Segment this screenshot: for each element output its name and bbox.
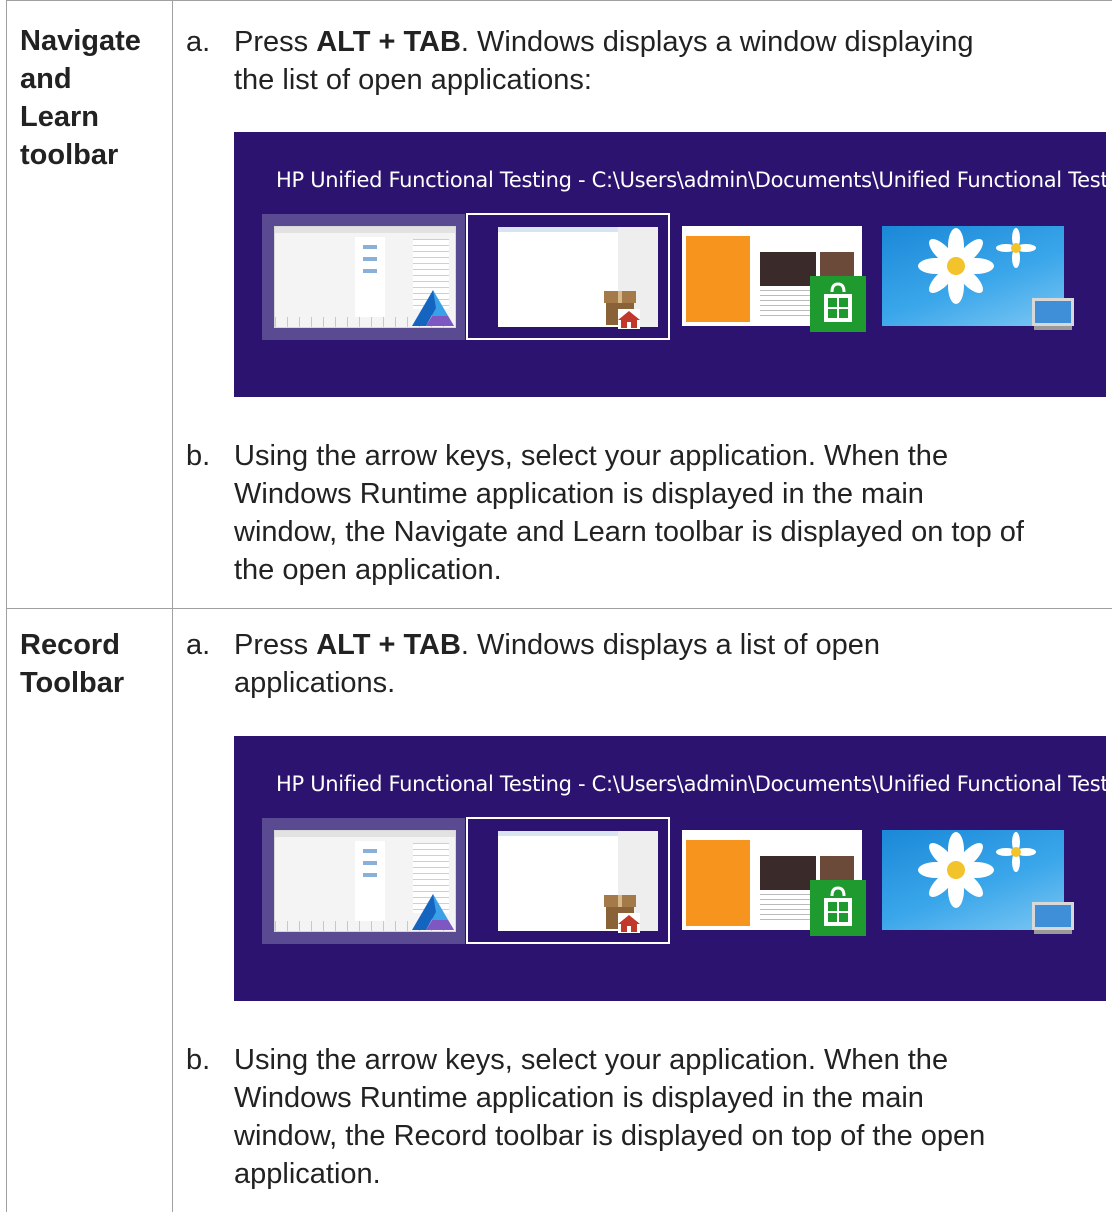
switcher-thumb-desktop <box>874 818 1077 944</box>
switcher-thumb-uft <box>262 818 465 944</box>
switcher-window-title: HP Unified Functional Testing - C:\Users… <box>276 772 1112 796</box>
row-divider <box>6 608 1112 609</box>
row-heading-line: Toolbar <box>20 667 125 699</box>
step-text: the list of open applications: <box>234 64 592 96</box>
row-heading: Record Toolbar <box>20 626 170 702</box>
key-combo: ALT + TAB <box>316 629 461 661</box>
row-heading-line: Navigate <box>20 25 141 57</box>
step-text-line: application. <box>234 1158 381 1190</box>
alt-tab-switcher-screenshot: HP Unified Functional Testing - C:\Users… <box>234 132 1112 397</box>
step-text: applications. <box>234 667 396 699</box>
step-text-line: window, the Record toolbar is displayed … <box>234 1120 986 1152</box>
step-text-line: the open application. <box>234 554 502 586</box>
desktop-monitor-icon <box>1032 298 1074 330</box>
row-heading-line: toolbar <box>20 139 119 171</box>
switcher-thumb-selected <box>466 817 670 944</box>
switcher-thumb-store-app <box>670 818 873 944</box>
step-text: . Windows displays a list of open <box>460 629 880 661</box>
store-bag-icon <box>810 276 866 332</box>
row-heading: Navigate and Learn toolbar <box>20 22 170 174</box>
step-a: a. Press ALT + TAB. Windows displays a w… <box>186 23 1106 99</box>
table-left-border <box>6 0 7 1212</box>
row-heading-line: and <box>20 63 72 95</box>
row-heading-line: Learn <box>20 101 99 133</box>
uft-logo-icon <box>412 290 454 326</box>
package-home-icon <box>604 895 640 933</box>
row-heading-line: Record <box>20 629 120 661</box>
store-bag-icon <box>810 880 866 936</box>
step-text-line: window, the Navigate and Learn toolbar i… <box>234 516 1024 548</box>
step-text-line: Using the arrow keys, select your applic… <box>234 1044 949 1076</box>
switcher-thumb-selected <box>466 213 670 340</box>
step-letter: b. <box>186 1044 211 1076</box>
step-text: Press <box>234 629 317 661</box>
step-text: Press <box>234 26 317 58</box>
step-text-line: Windows Runtime application is displayed… <box>234 478 924 510</box>
step-letter: a. <box>186 629 211 661</box>
alt-tab-switcher-screenshot: HP Unified Functional Testing - C:\Users… <box>234 736 1112 1001</box>
step-b: b. Using the arrow keys, select your app… <box>186 1041 1106 1193</box>
column-divider <box>172 0 173 1212</box>
switcher-thumb-store-app <box>670 214 873 340</box>
package-home-icon <box>604 291 640 329</box>
step-letter: b. <box>186 440 211 472</box>
step-text-line: Using the arrow keys, select your applic… <box>234 440 949 472</box>
step-letter: a. <box>186 26 211 58</box>
step-text: . Windows displays a window displaying <box>460 26 974 58</box>
uft-logo-icon <box>412 894 454 930</box>
switcher-thumb-uft <box>262 214 465 340</box>
key-combo: ALT + TAB <box>316 26 461 58</box>
desktop-monitor-icon <box>1032 902 1074 934</box>
step-text-line: Windows Runtime application is displayed… <box>234 1082 924 1114</box>
step-a: a. Press ALT + TAB. Windows displays a l… <box>186 626 1106 702</box>
switcher-thumb-desktop <box>874 214 1077 340</box>
switcher-window-title: HP Unified Functional Testing - C:\Users… <box>276 168 1112 192</box>
step-b: b. Using the arrow keys, select your app… <box>186 437 1106 589</box>
